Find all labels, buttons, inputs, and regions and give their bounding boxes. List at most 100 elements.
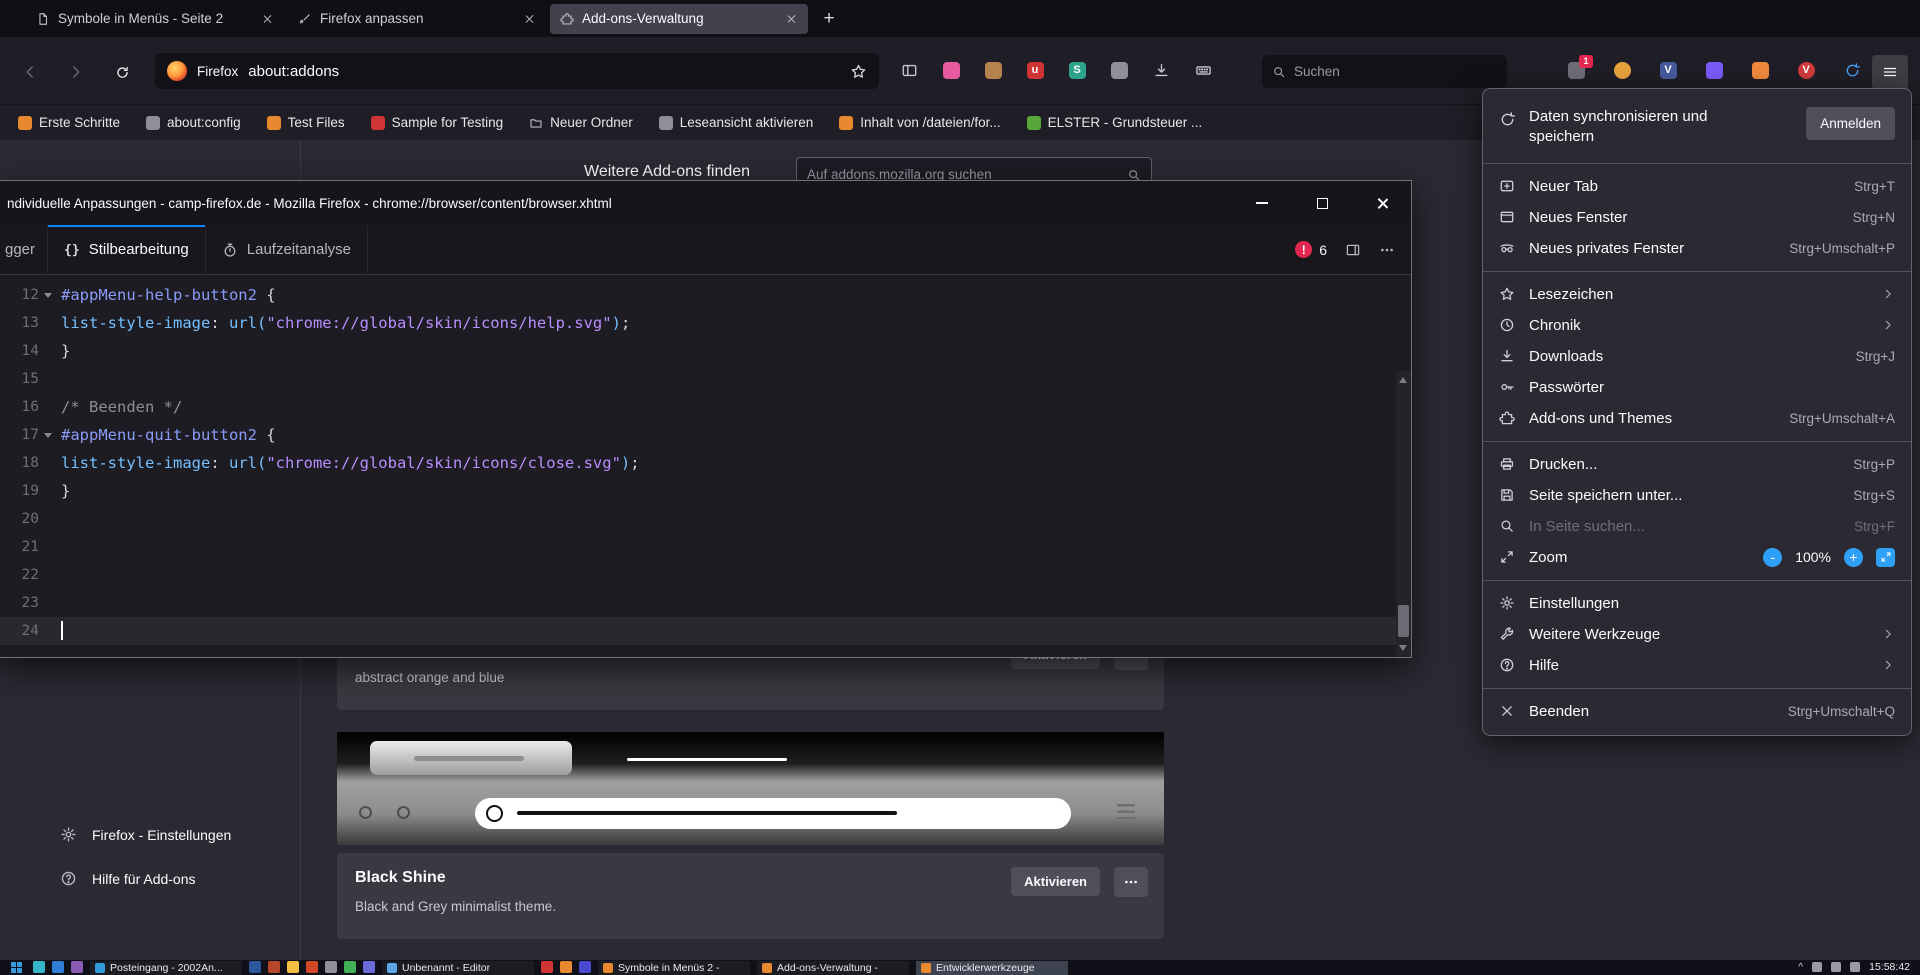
menu-item-drucken[interactable]: Drucken...Strg+P — [1483, 449, 1911, 480]
tray-icon[interactable] — [1850, 962, 1860, 972]
taskbar-window-entwicklerwerkzeuge[interactable]: Entwicklerwerkzeuge — [916, 961, 1068, 975]
zoom-out-button[interactable]: - — [1763, 548, 1782, 567]
code-line[interactable]: 20 — [0, 505, 1411, 533]
code-line[interactable]: 19} — [0, 477, 1411, 505]
style-editor[interactable]: 12#appMenu-help-button2 {13list-style-im… — [0, 276, 1411, 657]
devtools-titlebar[interactable]: ndividuelle Anpassungen - camp-firefox.d… — [0, 181, 1411, 225]
code-line[interactable]: 21 — [0, 533, 1411, 561]
tray-icon[interactable] — [1831, 962, 1841, 972]
sign-in-button[interactable]: Anmelden — [1806, 107, 1895, 140]
menu-item-hilfe[interactable]: Hilfe — [1483, 650, 1911, 681]
new-tab-button[interactable]: + — [814, 4, 844, 34]
code-line[interactable]: 24 — [0, 617, 1411, 645]
code-line[interactable]: 14} — [0, 337, 1411, 365]
error-count-badge[interactable]: ! 6 — [1295, 241, 1327, 258]
taskbar-app-icon[interactable] — [363, 961, 375, 973]
taskbar-app-icon[interactable] — [306, 961, 318, 973]
bookmark-item-leseansicht-aktivieren[interactable]: Leseansicht aktivieren — [659, 115, 814, 130]
bookmark-item-about-config[interactable]: about:config — [146, 115, 241, 130]
browser-tab-symbole-in-menüs-seite-2[interactable]: Symbole in Menüs - Seite 2 — [26, 4, 284, 34]
keyboard-icon[interactable] — [1192, 59, 1214, 81]
code-line[interactable]: 15 — [0, 365, 1411, 393]
more-options-button[interactable] — [1114, 867, 1148, 897]
menu-item-beenden[interactable]: BeendenStrg+Umschalt+Q — [1483, 696, 1911, 727]
shortcuts-extension-icon[interactable]: S — [1066, 59, 1088, 81]
taskbar-window-add-ons-verwaltung[interactable]: Add-ons-Verwaltung - — [757, 961, 909, 975]
pet-extension-icon[interactable] — [982, 59, 1004, 81]
menu-item-zoom[interactable]: Zoom-100%+ — [1483, 542, 1911, 573]
sync-header[interactable]: Daten synchronisieren und speichern Anme… — [1483, 95, 1911, 156]
scroll-up-arrow[interactable] — [1399, 377, 1407, 383]
taskbar-app-icon[interactable] — [325, 961, 337, 973]
taskbar-clock[interactable]: 15:58:42 — [1869, 961, 1910, 973]
taskbar-app-icon[interactable] — [541, 961, 553, 973]
zoom-in-button[interactable]: + — [1844, 548, 1863, 567]
tab-close-icon[interactable] — [524, 13, 536, 25]
url-bar[interactable]: Firefox about:addons — [155, 53, 879, 89]
editor-scrollbar[interactable] — [1396, 371, 1411, 657]
tray-icon[interactable] — [1812, 962, 1822, 972]
code-line[interactable]: 13list-style-image: url("chrome://global… — [0, 309, 1411, 337]
fold-caret-icon[interactable] — [44, 433, 52, 438]
activate-button[interactable]: Aktivieren — [1011, 867, 1100, 896]
menu-item-in-seite-suchen[interactable]: In Seite suchen...Strg+F — [1483, 511, 1911, 542]
bookmark-item-sample-for-testing[interactable]: Sample for Testing — [371, 115, 504, 130]
back-button[interactable] — [12, 55, 48, 89]
taskbar-app-icon[interactable] — [268, 961, 280, 973]
search-bar[interactable] — [1262, 55, 1507, 88]
code-line[interactable]: 23 — [0, 589, 1411, 617]
split-pane-icon[interactable] — [1345, 242, 1361, 258]
adblock-icon[interactable]: 1 — [1565, 59, 1587, 81]
ublock-origin-icon[interactable]: u — [1024, 59, 1046, 81]
bookmark-item-elster-grundsteuer[interactable]: ELSTER - Grundsteuer ... — [1027, 115, 1203, 130]
taskbar-window-unbenannt-editor[interactable]: Unbenannt - Editor — [382, 961, 534, 975]
taskbar-app-icon[interactable] — [287, 961, 299, 973]
gray-extension-icon[interactable] — [1108, 59, 1130, 81]
app-menu-button[interactable] — [1872, 55, 1908, 89]
bookmark-item-test-files[interactable]: Test Files — [267, 115, 345, 130]
fold-caret-icon[interactable] — [44, 293, 52, 298]
taskbar-app-icon[interactable] — [33, 961, 45, 973]
downloads-button-icon[interactable] — [1150, 59, 1172, 81]
taskbar-app-icon[interactable] — [344, 961, 356, 973]
menu-item-seite-speichern-unter[interactable]: Seite speichern unter...Strg+S — [1483, 480, 1911, 511]
menu-item-neues-fenster[interactable]: Neues FensterStrg+N — [1483, 202, 1911, 233]
code-line[interactable]: 18list-style-image: url("chrome://global… — [0, 449, 1411, 477]
bookmark-item-neuer-ordner[interactable]: Neuer Ordner — [529, 115, 633, 130]
taskbar-app-icon[interactable] — [249, 961, 261, 973]
fullscreen-button[interactable] — [1876, 548, 1895, 567]
tab-close-icon[interactable] — [786, 13, 798, 25]
taskbar-window-symbole-in-menüs-2[interactable]: Symbole in Menüs 2 - — [598, 961, 750, 975]
taskbar-app-icon[interactable] — [52, 961, 64, 973]
sidebar-toggle-icon[interactable] — [898, 59, 920, 81]
taskbar-app-icon[interactable] — [560, 961, 572, 973]
scroll-down-arrow[interactable] — [1399, 645, 1407, 651]
bookmark-item-inhalt-von-dateien-for[interactable]: Inhalt von /dateien/for... — [839, 115, 1000, 130]
menu-item-neuer-tab[interactable]: Neuer TabStrg+T — [1483, 171, 1911, 202]
menu-item-neues-privates-fenster[interactable]: Neues privates FensterStrg+Umschalt+P — [1483, 233, 1911, 264]
sidebar-item-addons-help[interactable]: Hilfe für Add-ons — [60, 870, 196, 887]
photos-extension-icon[interactable] — [940, 59, 962, 81]
taskbar-app-icon[interactable] — [579, 961, 591, 973]
devtools-options-icon[interactable] — [1379, 242, 1395, 258]
search-input[interactable] — [1294, 64, 1497, 79]
video-extension-icon[interactable]: V — [1795, 59, 1817, 81]
taskbar-window-posteingang-2002an[interactable]: Posteingang - 2002An... — [90, 961, 242, 975]
browser-tab-add-ons-verwaltung[interactable]: Add-ons-Verwaltung — [550, 4, 808, 34]
tab-close-icon[interactable] — [262, 13, 274, 25]
menu-item-downloads[interactable]: DownloadsStrg+J — [1483, 341, 1911, 372]
devtools-tab-performance[interactable]: Laufzeitanalyse — [206, 225, 368, 274]
code-line[interactable]: 17#appMenu-quit-button2 { — [0, 421, 1411, 449]
menu-item-passwörter[interactable]: Passwörter — [1483, 372, 1911, 403]
forward-button[interactable] — [58, 55, 94, 89]
reload-button[interactable] — [104, 55, 140, 89]
close-button[interactable] — [1367, 181, 1397, 225]
browser-tab-firefox-anpassen[interactable]: Firefox anpassen — [288, 4, 546, 34]
menu-item-weitere-werkzeuge[interactable]: Weitere Werkzeuge — [1483, 619, 1911, 650]
tray-expand-icon[interactable]: ^ — [1798, 962, 1803, 973]
devtools-tab-style-editor[interactable]: Stilbearbeitung — [48, 225, 206, 274]
start-button[interactable] — [6, 961, 26, 974]
maximize-button[interactable] — [1307, 181, 1337, 225]
addon-card-black-shine[interactable]: Black Shine Black and Grey minimalist th… — [337, 853, 1164, 939]
menu-item-chronik[interactable]: Chronik — [1483, 310, 1911, 341]
